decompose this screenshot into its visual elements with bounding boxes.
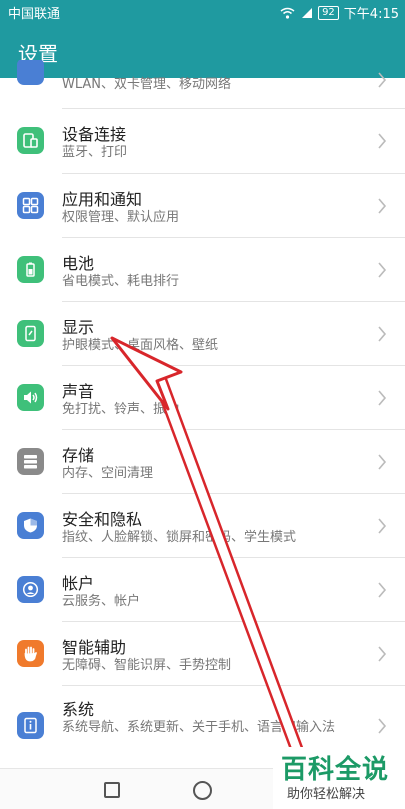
chevron-right-icon xyxy=(378,454,387,470)
display-icon xyxy=(17,320,44,347)
account-icon xyxy=(17,576,44,603)
settings-item-subtitle: 免打扰、铃声、振动 xyxy=(62,402,180,417)
chevron-right-icon xyxy=(378,518,387,534)
watermark-tagline: 助你轻松解决 xyxy=(287,787,366,802)
chevron-right-icon xyxy=(378,133,387,149)
settings-item-title: 设备连接 xyxy=(62,125,127,144)
settings-item-apps[interactable]: 应用和通知 权限管理、默认应用 xyxy=(0,174,405,238)
status-bar: 中国联通 92 下午4:15 xyxy=(0,0,405,22)
chevron-right-icon xyxy=(378,646,387,662)
chevron-right-icon xyxy=(378,582,387,598)
settings-item-subtitle: 无障碍、智能识屏、手势控制 xyxy=(62,658,232,673)
chevron-right-icon xyxy=(378,718,387,734)
settings-item-title: 帐户 xyxy=(62,574,95,593)
settings-item-subtitle: 内存、空间清理 xyxy=(62,466,154,481)
apps-icon xyxy=(17,192,44,219)
sound-icon xyxy=(17,384,44,411)
settings-item-subtitle: 蓝牙、打印 xyxy=(62,145,128,160)
settings-item-battery[interactable]: 电池 省电模式、耗电排行 xyxy=(0,238,405,302)
settings-item-subtitle: 系统导航、系统更新、关于手机、语言和输入法 xyxy=(62,720,336,735)
battery-level: 92 xyxy=(318,5,339,20)
system-info-icon xyxy=(17,712,44,739)
watermark-logo: 百科全说 助你轻松解决 xyxy=(273,747,405,809)
settings-item-storage[interactable]: 存储 内存、空间清理 xyxy=(0,430,405,494)
settings-item-title: 声音 xyxy=(62,382,95,401)
wifi-icon xyxy=(280,7,295,19)
settings-item-title: 显示 xyxy=(62,318,95,337)
clock: 下午4:15 xyxy=(343,7,399,22)
settings-item-subtitle: 云服务、帐户 xyxy=(62,594,141,609)
settings-item-title: 存储 xyxy=(62,446,95,465)
settings-item-title: 应用和通知 xyxy=(62,190,143,209)
settings-item-account[interactable]: 帐户 云服务、帐户 xyxy=(0,558,405,622)
settings-item-device-connection[interactable]: 设备连接 蓝牙、打印 xyxy=(0,109,405,173)
settings-item-title: 安全和隐私 xyxy=(62,510,143,529)
settings-item-subtitle: 护眼模式、桌面风格、壁纸 xyxy=(62,338,219,353)
settings-item-title: 电池 xyxy=(62,254,95,273)
chevron-right-icon xyxy=(378,198,387,214)
settings-item-sound[interactable]: 声音 免打扰、铃声、振动 xyxy=(0,366,405,430)
settings-item-display[interactable]: 显示 护眼模式、桌面风格、壁纸 xyxy=(0,302,405,366)
network-icon xyxy=(17,60,44,85)
settings-item-title: 系统 xyxy=(62,700,95,719)
settings-item-subtitle: 指纹、人脸解锁、锁屏和密码、学生模式 xyxy=(62,530,297,545)
recents-button[interactable] xyxy=(104,782,120,798)
settings-item-subtitle: 省电模式、耗电排行 xyxy=(62,274,180,289)
settings-item-smart-assist[interactable]: 智能辅助 无障碍、智能识屏、手势控制 xyxy=(0,622,405,686)
hand-icon xyxy=(17,640,44,667)
battery-icon xyxy=(17,256,44,283)
settings-item-subtitle: WLAN、双卡管理、移动网络 xyxy=(62,77,232,92)
chevron-right-icon xyxy=(378,326,387,342)
device-connect-icon xyxy=(17,127,44,154)
carrier-name: 中国联通 xyxy=(8,7,61,22)
signal-icon xyxy=(302,7,313,18)
settings-item-subtitle: 权限管理、默认应用 xyxy=(62,210,180,225)
storage-icon xyxy=(17,448,44,475)
home-button[interactable] xyxy=(193,781,212,800)
shield-icon xyxy=(17,512,44,539)
settings-item-title: 智能辅助 xyxy=(62,638,127,657)
chevron-right-icon xyxy=(378,72,387,88)
status-right: 92 下午4:15 xyxy=(280,3,399,22)
chevron-right-icon xyxy=(378,390,387,406)
settings-item-security[interactable]: 安全和隐私 指纹、人脸解锁、锁屏和密码、学生模式 xyxy=(0,494,405,558)
settings-list[interactable]: WLAN、双卡管理、移动网络 设备连接 蓝牙、打印 应用和通知 权限管理、默认应… xyxy=(0,60,405,765)
watermark-brand: 百科全说 xyxy=(281,755,390,785)
chevron-right-icon xyxy=(378,262,387,278)
